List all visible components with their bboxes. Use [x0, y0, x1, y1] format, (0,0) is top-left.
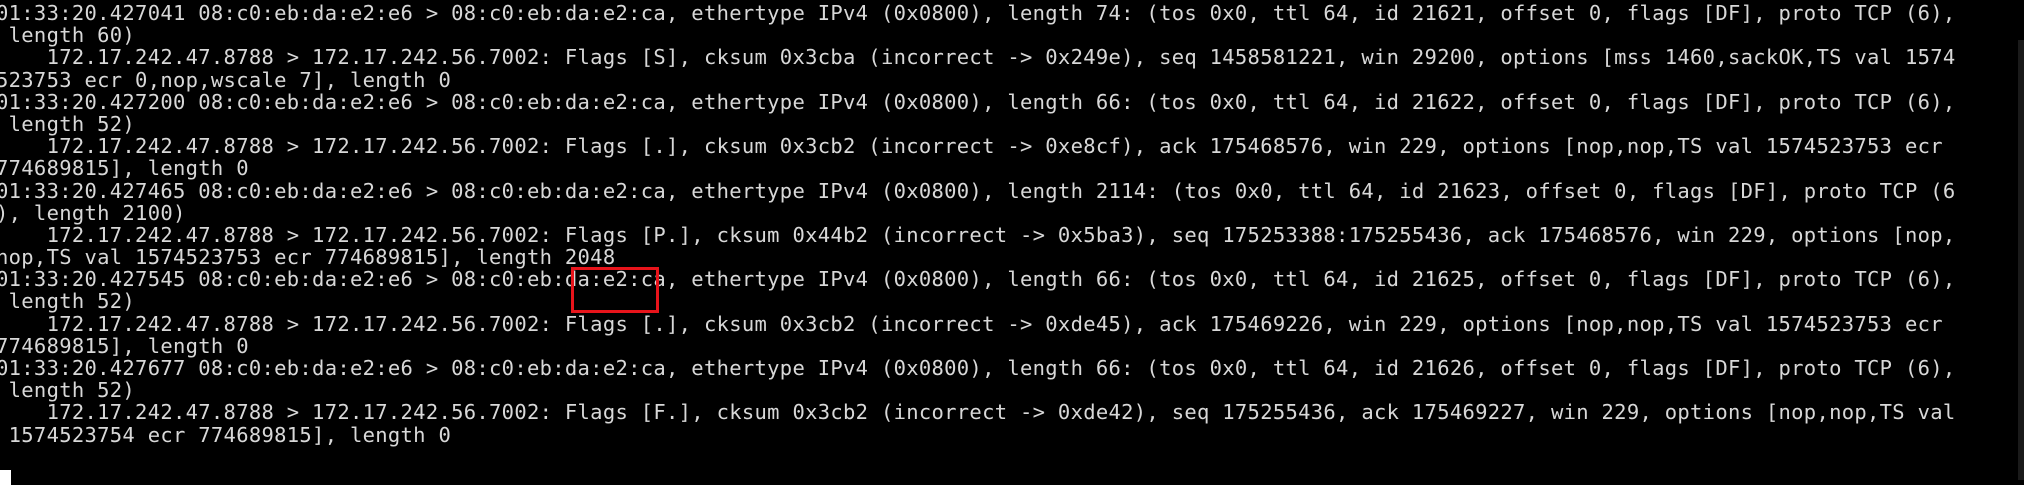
terminal-line: 1574523754 ecr 774689815], length 0 [0, 422, 452, 447]
terminal-line: 774689815], length 0 [0, 333, 249, 358]
terminal-line: 01:33:20.427465 08:c0:eb:da:e2:e6 > 08:c… [0, 178, 1956, 203]
terminal-line: nop,TS val 1574523753 ecr 774689815], le… [0, 245, 616, 270]
terminal-line: 172.17.242.47.8788 > 172.17.242.56.7002:… [0, 134, 1943, 159]
terminal-line: 172.17.242.47.8788 > 172.17.242.56.7002:… [0, 222, 1956, 247]
terminal-line: 774689815], length 0 [0, 156, 249, 181]
terminal-output: 01:33:20.427041 08:c0:eb:da:e2:e6 > 08:c… [0, 2, 1956, 446]
scrollbar-thumb[interactable] [2018, 40, 2024, 480]
terminal-line: length 52) [0, 111, 136, 136]
terminal-line: 172.17.242.47.8788 > 172.17.242.56.7002:… [0, 311, 1943, 336]
terminal-line: 01:33:20.427545 08:c0:eb:da:e2:e6 > 08:c… [0, 267, 1956, 292]
terminal-line: 172.17.242.47.8788 > 172.17.242.56.7002:… [0, 400, 1956, 425]
terminal-line: length 52) [0, 378, 136, 403]
terminal-line: length 60) [0, 23, 136, 48]
terminal-line: 523753 ecr 0,nop,wscale 7], length 0 [0, 67, 452, 92]
terminal-line: length 52) [0, 289, 136, 314]
terminal-window[interactable]: 01:33:20.427041 08:c0:eb:da:e2:e6 > 08:c… [0, 0, 2024, 485]
terminal-line: 172.17.242.47.8788 > 172.17.242.56.7002:… [0, 45, 1956, 70]
terminal-line: 01:33:20.427200 08:c0:eb:da:e2:e6 > 08:c… [0, 89, 1956, 114]
terminal-line: 01:33:20.427677 08:c0:eb:da:e2:e6 > 08:c… [0, 356, 1956, 380]
terminal-line: 01:33:20.427041 08:c0:eb:da:e2:e6 > 08:c… [0, 1, 1956, 25]
terminal-scrollbar[interactable] [2016, 0, 2024, 485]
terminal-line: ), length 2100) [0, 200, 186, 225]
terminal-cursor [0, 470, 11, 485]
